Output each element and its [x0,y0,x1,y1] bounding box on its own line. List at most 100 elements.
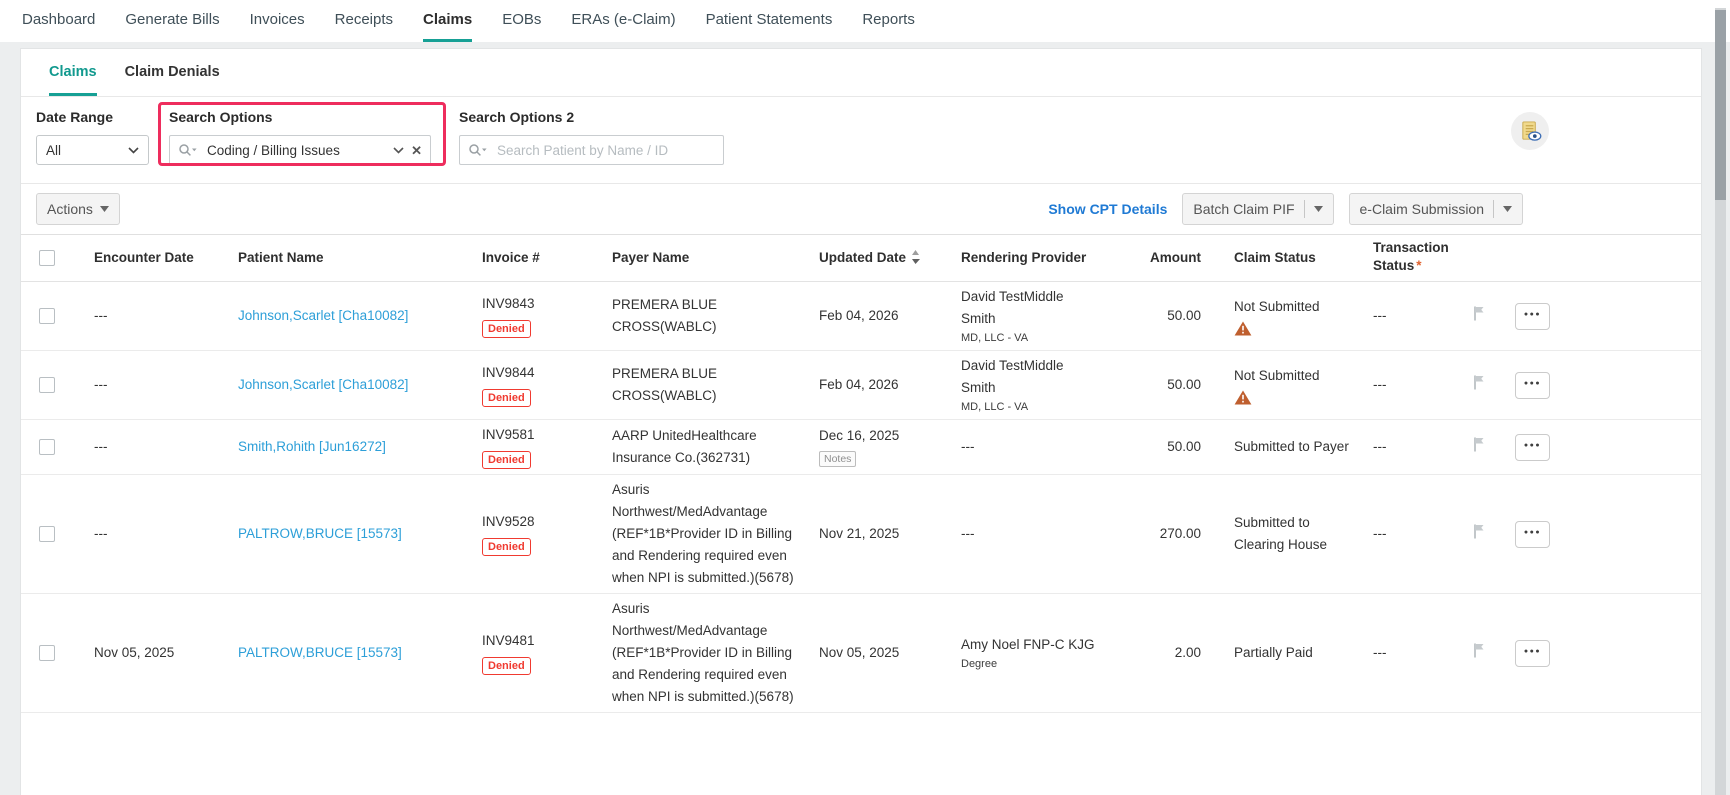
clear-search-icon[interactable]: ✕ [411,144,422,157]
amount-cell: 50.00 [1167,439,1201,454]
updated-date-cell: Nov 21, 2025 [819,526,900,541]
tab-claim-denials[interactable]: Claim Denials [125,64,220,96]
rendering-provider-cell: David TestMiddle Smith MD, LLC - VA [946,355,1146,415]
ellipsis-icon: ●●● [1523,528,1542,536]
amount-cell: 270.00 [1159,526,1201,541]
search-options-input-box: ✕ [169,135,431,165]
invoice-cell: INV9481 Denied [466,630,596,676]
encounter-date-cell: --- [94,377,108,392]
provider-subtext: Degree [961,658,998,670]
search-icon[interactable] [178,143,198,157]
search-options-input[interactable] [205,141,387,159]
tab-bar: Claims Claim Denials [21,49,1701,97]
page-background: Claims Claim Denials Date Range All Sear… [0,42,1730,795]
updated-date-cell: Dec 16, 2025 Notes [819,428,900,467]
rendering-provider-cell: David TestMiddle Smith MD, LLC - VA [946,286,1146,346]
nav-item-patient-statements[interactable]: Patient Statements [706,11,833,42]
patient-name-link[interactable]: Johnson,Scarlet [Cha10082] [238,377,408,392]
patient-name-link[interactable]: PALTROW,BRUCE [15573] [238,645,402,660]
invoice-cell: INV9528 Denied [466,511,596,557]
claim-status-cell: Partially Paid [1234,645,1313,660]
search-options-2-label: Search Options 2 [459,109,575,125]
chevron-down-icon [128,146,139,154]
updated-date-cell: Feb 04, 2026 [819,308,899,323]
nav-item-claims[interactable]: Claims [423,11,473,42]
tab-claims[interactable]: Claims [49,64,97,96]
notes-badge[interactable]: Notes [819,451,857,467]
claim-status-cell: Submitted to Clearing House [1234,515,1328,552]
payer-name-cell: Asuris Northwest/MedAdvantage (REF*1B*Pr… [612,482,794,585]
select-all-checkbox[interactable] [39,250,55,266]
eclaim-submission-button[interactable]: e-Claim Submission [1348,193,1523,225]
warning-icon [1234,321,1252,335]
nav-item-dashboard[interactable]: Dashboard [22,11,95,42]
header-updated-date[interactable]: Updated Date [804,247,946,269]
nav-item-eobs[interactable]: EOBs [502,11,541,42]
amount-cell: 50.00 [1167,377,1201,392]
invoice-number: INV9581 [482,427,535,442]
payer-name-cell: Asuris Northwest/MedAdvantage (REF*1B*Pr… [612,601,794,704]
header-encounter-date: Encounter Date [94,250,194,265]
batch-claim-pif-caret[interactable] [1303,200,1323,218]
nav-item-eras[interactable]: ERAs (e-Claim) [571,11,675,42]
row-menu-button[interactable]: ●●● [1515,371,1550,399]
nav-item-generate-bills[interactable]: Generate Bills [125,11,219,42]
search-options-2-group: Search Options 2 [459,109,724,165]
flag-icon[interactable] [1472,374,1487,390]
nav-item-reports[interactable]: Reports [862,11,915,42]
row-menu-button[interactable]: ●●● [1515,520,1550,548]
chevron-down-icon[interactable] [393,146,404,154]
sort-icon[interactable] [911,250,921,264]
batch-claim-pif-button[interactable]: Batch Claim PIF [1182,193,1334,225]
flag-icon[interactable] [1472,642,1487,658]
search-icon[interactable] [468,143,488,157]
date-range-select[interactable]: All [36,135,149,165]
row-menu-button[interactable]: ●●● [1515,639,1550,667]
updated-date-cell: Nov 05, 2025 [819,645,900,660]
transaction-status-cell: --- [1373,377,1387,392]
claim-status-cell: Not Submitted [1216,296,1361,337]
eclaim-submission-label: e-Claim Submission [1359,201,1484,217]
patient-search-input[interactable] [495,141,715,159]
header-claim-status: Claim Status [1234,250,1316,265]
claims-table: Encounter Date Patient Name Invoice # Pa… [21,234,1701,713]
batch-claim-pif-label: Batch Claim PIF [1193,201,1295,217]
invoice-number: INV9843 [482,296,535,311]
payer-name-cell: PREMERA BLUE CROSS(WABLC) [612,297,718,334]
view-report-button[interactable] [1511,112,1549,150]
invoice-cell: INV9844 Denied [466,362,596,408]
row-checkbox[interactable] [39,377,55,393]
date-range-group: Date Range All [36,109,149,165]
table-header-row: Encounter Date Patient Name Invoice # Pa… [21,235,1701,282]
rendering-provider-cell: --- [961,439,975,454]
flag-icon[interactable] [1472,305,1487,321]
encounter-date-cell: --- [94,308,108,323]
flag-icon[interactable] [1472,523,1487,539]
row-checkbox[interactable] [39,645,55,661]
actions-button[interactable]: Actions [36,193,120,225]
vertical-scrollbar-thumb[interactable] [1715,10,1726,200]
claim-status-cell: Not Submitted [1216,365,1361,406]
patient-name-link[interactable]: Smith,Rohith [Jun16272] [238,439,386,454]
row-checkbox[interactable] [39,526,55,542]
invoice-number: INV9528 [482,514,535,529]
header-amount: Amount [1150,250,1201,265]
eclaim-submission-caret[interactable] [1493,200,1512,218]
patient-name-link[interactable]: PALTROW,BRUCE [15573] [238,526,402,541]
caret-down-icon [1313,206,1323,212]
document-eye-icon [1521,120,1541,141]
nav-item-invoices[interactable]: Invoices [250,11,305,42]
patient-name-link[interactable]: Johnson,Scarlet [Cha10082] [238,308,408,323]
show-cpt-details-link[interactable]: Show CPT Details [1048,201,1167,217]
row-menu-button[interactable]: ●●● [1515,302,1550,330]
nav-item-receipts[interactable]: Receipts [335,11,393,42]
date-range-label: Date Range [36,109,114,125]
invoice-cell: INV9581 Denied [466,424,596,470]
invoice-number: INV9844 [482,365,535,380]
row-menu-button[interactable]: ●●● [1515,433,1550,461]
ellipsis-icon: ●●● [1523,647,1542,655]
table-body: --- Johnson,Scarlet [Cha10082] INV9843 D… [21,282,1701,713]
flag-icon[interactable] [1472,436,1487,452]
row-checkbox[interactable] [39,308,55,324]
row-checkbox[interactable] [39,439,55,455]
